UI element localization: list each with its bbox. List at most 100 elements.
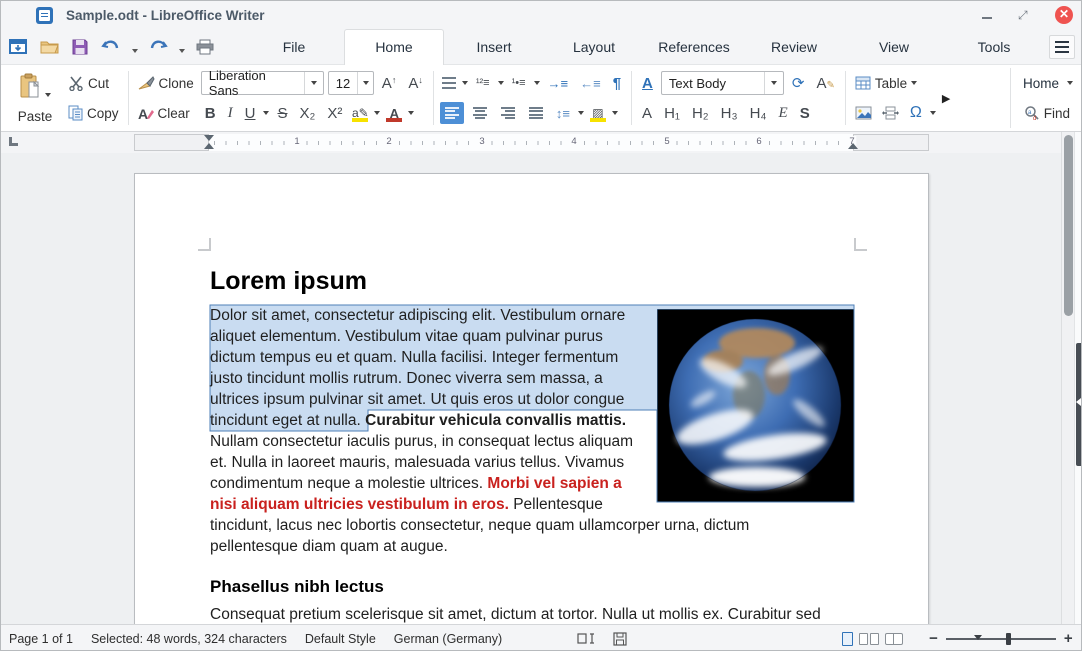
insert-page-break-button[interactable] (879, 104, 902, 122)
paragraph-style-combo[interactable]: Text Body (661, 71, 784, 95)
tab-tools[interactable]: Tools (944, 29, 1044, 65)
paragraph-style-value[interactable]: Text Body (662, 76, 764, 91)
copy-button[interactable]: Copy (65, 103, 122, 123)
font-size-value[interactable]: 12 (329, 76, 357, 91)
special-character-dropdown[interactable] (930, 111, 936, 115)
table-dropdown[interactable] (911, 81, 917, 85)
special-character-button[interactable]: Ω (906, 103, 926, 123)
font-size-dropdown[interactable] (357, 72, 373, 94)
toolbar-overflow-button[interactable]: ▶ (942, 92, 950, 105)
numbered-list-button[interactable]: ¹²≡ (472, 76, 494, 90)
underline-dropdown[interactable] (263, 111, 269, 115)
clone-formatting-button[interactable]: Clone (135, 74, 197, 93)
line-spacing-dropdown[interactable] (578, 111, 584, 115)
italic-button[interactable]: I (224, 104, 237, 123)
bold-text[interactable]: Curabitur vehicula convallis mattis. (361, 412, 626, 429)
undo-button[interactable] (100, 36, 122, 58)
increase-indent-button[interactable]: →≡ (544, 75, 573, 92)
outline-list-dropdown[interactable] (534, 81, 540, 85)
zoom-in-button[interactable]: + (1064, 630, 1073, 647)
cut-button[interactable]: Cut (65, 74, 112, 93)
strong-style-button[interactable]: S (796, 104, 814, 123)
multi-page-view-button[interactable] (859, 633, 879, 645)
paragraph-background-dropdown[interactable] (612, 111, 618, 115)
tab-view[interactable]: View (844, 29, 944, 65)
tab-file[interactable]: File (244, 29, 344, 65)
scrollbar-thumb[interactable] (1064, 135, 1073, 316)
superscript-button[interactable]: X² (323, 104, 346, 123)
bold-button[interactable]: B (201, 104, 220, 123)
document-page[interactable]: Lorem ipsum Dolor sit amet, consectetur … (134, 173, 929, 624)
left-indent-marker[interactable] (204, 143, 214, 149)
outline-list-button[interactable]: ¹•≡ (508, 76, 530, 90)
align-right-button[interactable] (496, 102, 520, 124)
character-dialog-button[interactable]: A (638, 74, 657, 93)
subscript-button[interactable]: X₂ (296, 104, 320, 123)
insert-image-button[interactable] (852, 104, 875, 122)
zoom-slider[interactable]: − + (929, 630, 1073, 647)
decrease-font-button[interactable]: A↓ (404, 74, 427, 93)
sidebar-show-button[interactable] (1076, 343, 1082, 466)
book-view-button[interactable] (885, 633, 903, 645)
ruler-scale[interactable]: 1 2 3 4 5 6 7 (134, 134, 929, 151)
tab-layout[interactable]: Layout (544, 29, 644, 65)
paste-dropdown[interactable] (45, 93, 51, 97)
bullet-list-dropdown[interactable] (462, 81, 468, 85)
earth-image[interactable] (657, 309, 854, 502)
table-button[interactable]: Table (852, 74, 920, 93)
underline-button[interactable]: U (241, 104, 260, 123)
undo-dropdown[interactable] (132, 49, 138, 53)
tab-review[interactable]: Review (744, 29, 844, 65)
highlight-color-button[interactable]: a✎ (350, 103, 370, 123)
align-left-button[interactable] (440, 102, 464, 124)
font-name-value[interactable]: Liberation Sans (202, 68, 304, 98)
zoom-slider-thumb[interactable] (1006, 633, 1011, 645)
minimize-button[interactable] (982, 17, 992, 19)
font-color-dropdown[interactable] (408, 111, 414, 115)
font-color-button[interactable]: A (384, 103, 404, 123)
increase-font-button[interactable]: A↑ (378, 74, 401, 93)
tab-references[interactable]: References (644, 29, 744, 65)
tab-home[interactable]: Home (344, 29, 444, 65)
bullet-list-button[interactable] (440, 76, 458, 90)
horizontal-ruler[interactable]: 1 2 3 4 5 6 7 (1, 132, 1061, 153)
page-number-status[interactable]: Page 1 of 1 (9, 632, 73, 646)
paragraph-background-button[interactable]: ▨ (588, 103, 608, 123)
highlight-color-dropdown[interactable] (374, 111, 380, 115)
heading2-style-button[interactable]: H₂ (688, 104, 713, 123)
paragraph-style-dropdown[interactable] (764, 72, 783, 94)
update-style-button[interactable]: ⟳ (788, 73, 809, 93)
zoom-out-button[interactable]: − (929, 630, 938, 647)
paste-button[interactable] (16, 71, 54, 101)
strikethrough-button[interactable]: S (273, 104, 291, 123)
tab-insert[interactable]: Insert (444, 29, 544, 65)
selected-text[interactable]: Dolor sit amet, consectetur adipiscing e… (210, 307, 625, 429)
line-spacing-button[interactable]: ↕≡ (552, 105, 574, 122)
heading1-style-button[interactable]: H₁ (660, 104, 684, 123)
document-heading2[interactable]: Phasellus nibh lectus (210, 577, 384, 597)
menubar-menu-button[interactable] (1049, 35, 1075, 59)
font-size-combo[interactable]: 12 (328, 71, 374, 95)
right-indent-marker[interactable] (848, 143, 858, 149)
document-view[interactable]: Lorem ipsum Dolor sit amet, consectetur … (1, 153, 1061, 624)
numbered-list-dropdown[interactable] (498, 81, 504, 85)
new-document-button[interactable] (7, 36, 29, 58)
document-paragraph2[interactable]: Consequat pretium scelerisque sit amet, … (210, 604, 858, 624)
font-name-combo[interactable]: Liberation Sans (201, 71, 324, 95)
single-page-view-button[interactable] (842, 632, 853, 646)
tab-stop-selector-icon[interactable] (9, 137, 18, 146)
document-heading1[interactable]: Lorem ipsum (210, 267, 367, 296)
first-line-indent-marker[interactable] (204, 135, 214, 141)
redo-button[interactable] (147, 36, 169, 58)
insert-mode-status[interactable] (577, 632, 595, 645)
clear-formatting-button[interactable]: A Clear (135, 104, 193, 123)
formatting-marks-button[interactable]: ¶ (609, 74, 625, 93)
redo-dropdown[interactable] (179, 49, 185, 53)
maximize-button[interactable]: ⤢ (1018, 10, 1029, 21)
justify-button[interactable] (524, 102, 548, 124)
edit-style-button[interactable]: A✎ (812, 74, 838, 93)
language-status[interactable]: German (Germany) (394, 632, 502, 646)
heading3-style-button[interactable]: H₃ (717, 104, 742, 123)
close-button[interactable]: ✕ (1055, 6, 1073, 24)
heading4-style-button[interactable]: H₄ (746, 104, 771, 123)
